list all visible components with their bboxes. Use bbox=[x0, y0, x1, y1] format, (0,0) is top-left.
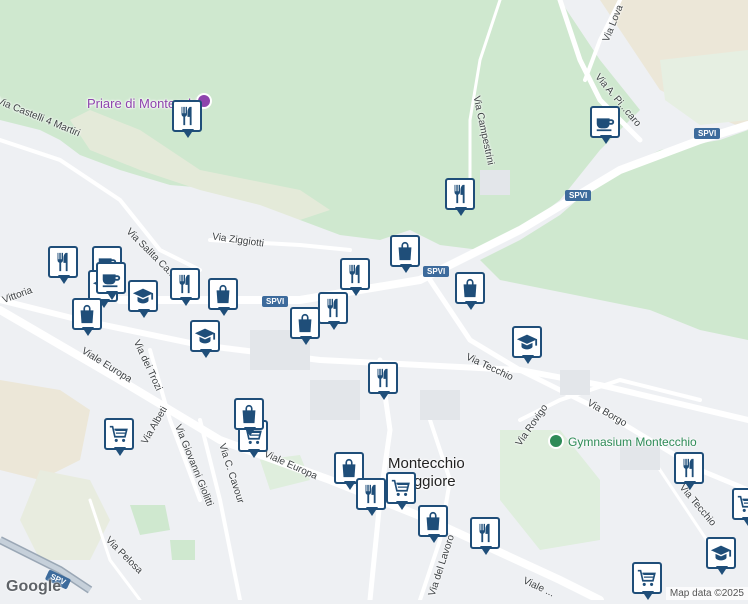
cafe-marker[interactable] bbox=[96, 262, 126, 304]
restaurant-marker[interactable] bbox=[368, 362, 398, 404]
restaurant-marker[interactable] bbox=[674, 452, 704, 494]
route-shield-spvi: SPVI bbox=[262, 296, 289, 307]
restaurant-marker[interactable] bbox=[470, 517, 500, 559]
cafe-icon bbox=[100, 267, 122, 289]
poi-label-gymnasium[interactable]: Gymnasium Montecchio bbox=[568, 435, 697, 449]
restaurant-marker[interactable] bbox=[48, 246, 78, 288]
supermarket-icon bbox=[736, 493, 748, 515]
route-shield-spvi: SPVI bbox=[565, 190, 592, 201]
shop-icon bbox=[294, 312, 316, 334]
restaurant-marker[interactable] bbox=[318, 292, 348, 334]
shop-marker[interactable] bbox=[455, 272, 485, 314]
school-icon bbox=[516, 331, 538, 353]
restaurant-icon bbox=[372, 367, 394, 389]
restaurant-icon bbox=[174, 273, 196, 295]
restaurant-icon bbox=[449, 183, 471, 205]
map-attribution: Map data ©2025 bbox=[665, 587, 748, 600]
shop-marker[interactable] bbox=[72, 298, 102, 340]
route-shield-spvi: SPVI bbox=[423, 266, 450, 277]
restaurant-marker[interactable] bbox=[445, 178, 475, 220]
restaurant-icon bbox=[52, 251, 74, 273]
shop-icon bbox=[459, 277, 481, 299]
shop-icon bbox=[394, 240, 416, 262]
cafe-marker[interactable] bbox=[590, 106, 620, 148]
restaurant-icon bbox=[474, 522, 496, 544]
school-icon bbox=[132, 285, 154, 307]
shop-marker[interactable] bbox=[234, 398, 264, 440]
supermarket-icon bbox=[636, 567, 658, 589]
supermarket-icon bbox=[390, 477, 412, 499]
shop-icon bbox=[422, 510, 444, 532]
restaurant-marker[interactable] bbox=[170, 268, 200, 310]
school-marker[interactable] bbox=[512, 326, 542, 368]
route-shield-spvi: SPVI bbox=[694, 128, 721, 139]
school-marker[interactable] bbox=[190, 320, 220, 362]
school-icon bbox=[194, 325, 216, 347]
shop-marker[interactable] bbox=[290, 307, 320, 349]
supermarket-marker[interactable] bbox=[104, 418, 134, 460]
google-logo: Google bbox=[6, 578, 62, 595]
restaurant-icon bbox=[176, 105, 198, 127]
school-marker[interactable] bbox=[128, 280, 158, 322]
restaurant-icon bbox=[360, 483, 382, 505]
cafe-icon bbox=[594, 111, 616, 133]
supermarket-marker[interactable] bbox=[732, 488, 748, 530]
shop-marker[interactable] bbox=[418, 505, 448, 547]
school-icon bbox=[710, 542, 732, 564]
restaurant-icon bbox=[344, 263, 366, 285]
poi-pin-gymnasium[interactable] bbox=[548, 433, 564, 449]
restaurant-icon bbox=[678, 457, 700, 479]
restaurant-marker[interactable] bbox=[356, 478, 386, 520]
shop-marker[interactable] bbox=[390, 235, 420, 277]
supermarket-marker[interactable] bbox=[632, 562, 662, 604]
shop-icon bbox=[238, 403, 260, 425]
school-marker[interactable] bbox=[706, 537, 736, 579]
shop-icon bbox=[212, 283, 234, 305]
shop-marker[interactable] bbox=[208, 278, 238, 320]
shop-icon bbox=[338, 457, 360, 479]
restaurant-icon bbox=[322, 297, 344, 319]
shop-icon bbox=[76, 303, 98, 325]
restaurant-marker[interactable] bbox=[172, 100, 202, 142]
supermarket-icon bbox=[108, 423, 130, 445]
supermarket-marker[interactable] bbox=[386, 472, 416, 514]
